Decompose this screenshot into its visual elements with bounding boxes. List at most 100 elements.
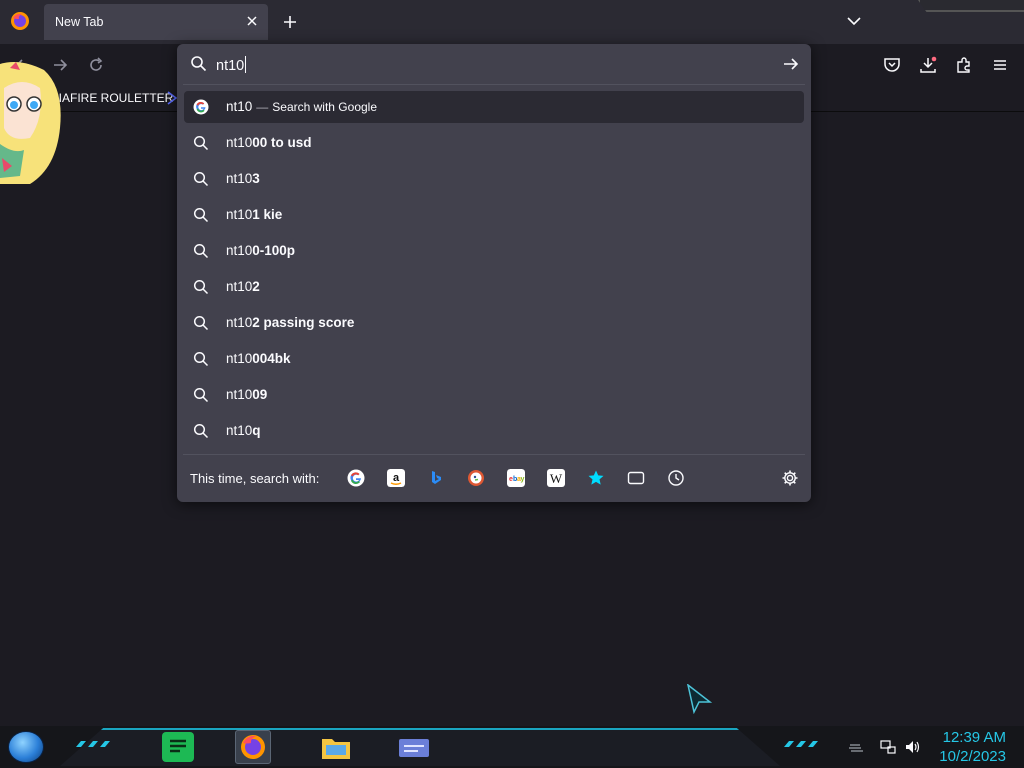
volume-icon[interactable] — [904, 739, 920, 755]
taskbar-firefox-app[interactable] — [235, 730, 271, 764]
row-query: nt10 — [226, 99, 253, 114]
urlbar-text[interactable]: nt10 — [216, 56, 247, 74]
suggestion-prefix: nt10 — [226, 207, 253, 222]
close-icon[interactable] — [244, 13, 260, 29]
extensions-icon[interactable] — [955, 56, 973, 74]
row-text: nt10— Search with Google — [226, 99, 377, 114]
search-icon — [193, 387, 209, 403]
one-off-label: This time, search with: — [190, 471, 320, 486]
suggestion-row[interactable]: nt103 — [184, 163, 804, 195]
suggestion-prefix: nt10 — [226, 171, 253, 186]
suggestion-completion: 2 — [252, 279, 260, 294]
clock-date: 10/2/2023 — [939, 748, 1006, 765]
search-with-google-row[interactable]: nt10— Search with Google — [184, 91, 804, 123]
suggestion-completion: 004bk — [252, 351, 291, 366]
google-icon[interactable] — [347, 469, 365, 487]
taskbar-file-explorer-app[interactable] — [318, 730, 354, 764]
chevron-down-icon[interactable] — [845, 12, 863, 30]
suggestion-text: nt103 — [226, 171, 260, 186]
hamburger-menu-icon[interactable] — [991, 56, 1009, 74]
tab-title: New Tab — [55, 15, 104, 29]
suggestion-row[interactable]: nt100-100p — [184, 235, 804, 267]
suggestion-text: nt100-100p — [226, 243, 295, 258]
taskbar-notes-app[interactable] — [162, 732, 194, 762]
taskbar: 12:39 AM 10/2/2023 — [0, 726, 1024, 768]
network-icon[interactable] — [880, 739, 896, 755]
suggestion-row[interactable]: nt102 passing score — [184, 307, 804, 339]
row-action: Search with Google — [272, 100, 378, 114]
ebay-icon[interactable]: e b a y — [507, 469, 525, 487]
suggestion-text: nt102 — [226, 279, 260, 294]
suggestion-row[interactable]: nt101 kie — [184, 199, 804, 231]
suggestion-text: nt1009 — [226, 387, 267, 402]
svg-text:W: W — [550, 471, 563, 486]
gear-icon[interactable] — [781, 469, 799, 487]
taskbar-window-app[interactable] — [396, 730, 432, 764]
urlbar-results-panel: nt10 nt10— Search with Google nt1000 to u… — [177, 44, 811, 502]
window-frame-decoration — [918, 0, 1024, 12]
search-icon — [193, 279, 209, 295]
suggestion-prefix: nt10 — [226, 135, 253, 150]
suggestion-text: nt1000 to usd — [226, 135, 312, 150]
row-separator: — — [256, 100, 269, 114]
firefox-icon[interactable] — [10, 11, 30, 31]
suggestion-prefix: nt10 — [226, 351, 253, 366]
suggestion-row[interactable]: nt1000 to usd — [184, 127, 804, 159]
suggestion-text: nt10004bk — [226, 351, 291, 366]
tab-new-tab[interactable]: New Tab — [44, 4, 268, 40]
google-icon — [193, 99, 209, 115]
downloads-icon[interactable] — [919, 56, 937, 74]
search-icon — [193, 423, 209, 439]
wikipedia-icon[interactable]: W — [547, 469, 565, 487]
suggestion-completion: 1 kie — [252, 207, 283, 222]
notes-icon — [170, 739, 186, 753]
suggestion-completion: 2 passing score — [252, 315, 355, 330]
suggestion-row[interactable]: nt10q — [184, 415, 804, 447]
mouse-cursor-icon — [687, 684, 712, 714]
bing-icon[interactable] — [427, 469, 445, 487]
chevron-decoration-icon — [76, 741, 110, 747]
svg-text:a: a — [393, 472, 400, 484]
chevron-decoration-icon — [784, 741, 818, 747]
search-icon — [193, 243, 209, 259]
search-icon — [191, 56, 207, 72]
pocket-icon[interactable] — [883, 56, 901, 74]
suggestion-completion: 0-100p — [252, 243, 296, 258]
search-icon — [193, 135, 209, 151]
start-button[interactable] — [8, 731, 44, 763]
cartoon-sticker-icon — [0, 62, 61, 184]
suggestion-text: nt101 kie — [226, 207, 282, 222]
suggestion-completion: 00 to usd — [252, 135, 312, 150]
reload-icon[interactable] — [87, 56, 105, 74]
bookmarks-star-icon[interactable] — [587, 469, 605, 487]
tabs-icon[interactable] — [627, 469, 645, 487]
one-off-search-bar: This time, search with: a e b a y W — [177, 455, 811, 502]
suggestion-text: nt10q — [226, 423, 261, 438]
urlbar-input[interactable]: nt10 — [177, 44, 811, 84]
stacked-lines-icon[interactable] — [848, 739, 864, 755]
system-clock[interactable]: 12:39 AM 10/2/2023 — [939, 728, 1006, 766]
window-icon — [399, 739, 429, 757]
suggestion-prefix: nt10 — [226, 423, 253, 438]
clock-time: 12:39 AM — [942, 729, 1006, 746]
suggestion-completion: 09 — [252, 387, 268, 402]
svg-text:y: y — [521, 476, 525, 483]
suggestion-prefix: nt10 — [226, 387, 253, 402]
search-icon — [193, 315, 209, 331]
firefox-icon — [241, 735, 265, 759]
suggestion-row[interactable]: nt102 — [184, 271, 804, 303]
search-icon — [193, 171, 209, 187]
suggestion-row[interactable]: nt1009 — [184, 379, 804, 411]
amazon-icon[interactable]: a — [387, 469, 405, 487]
history-clock-icon[interactable] — [667, 469, 685, 487]
tab-strip: New Tab — [0, 0, 1024, 44]
bookmark-item[interactable]: DIAFIRE ROULETTER — [50, 91, 173, 105]
suggestion-prefix: nt10 — [226, 279, 253, 294]
go-arrow-icon[interactable] — [782, 55, 800, 73]
suggestion-row[interactable]: nt10004bk — [184, 343, 804, 375]
duckduckgo-icon[interactable] — [467, 469, 485, 487]
plus-icon[interactable] — [280, 12, 300, 32]
divider — [183, 84, 805, 85]
search-icon — [193, 351, 209, 367]
suggestion-prefix: nt10 — [226, 243, 253, 258]
